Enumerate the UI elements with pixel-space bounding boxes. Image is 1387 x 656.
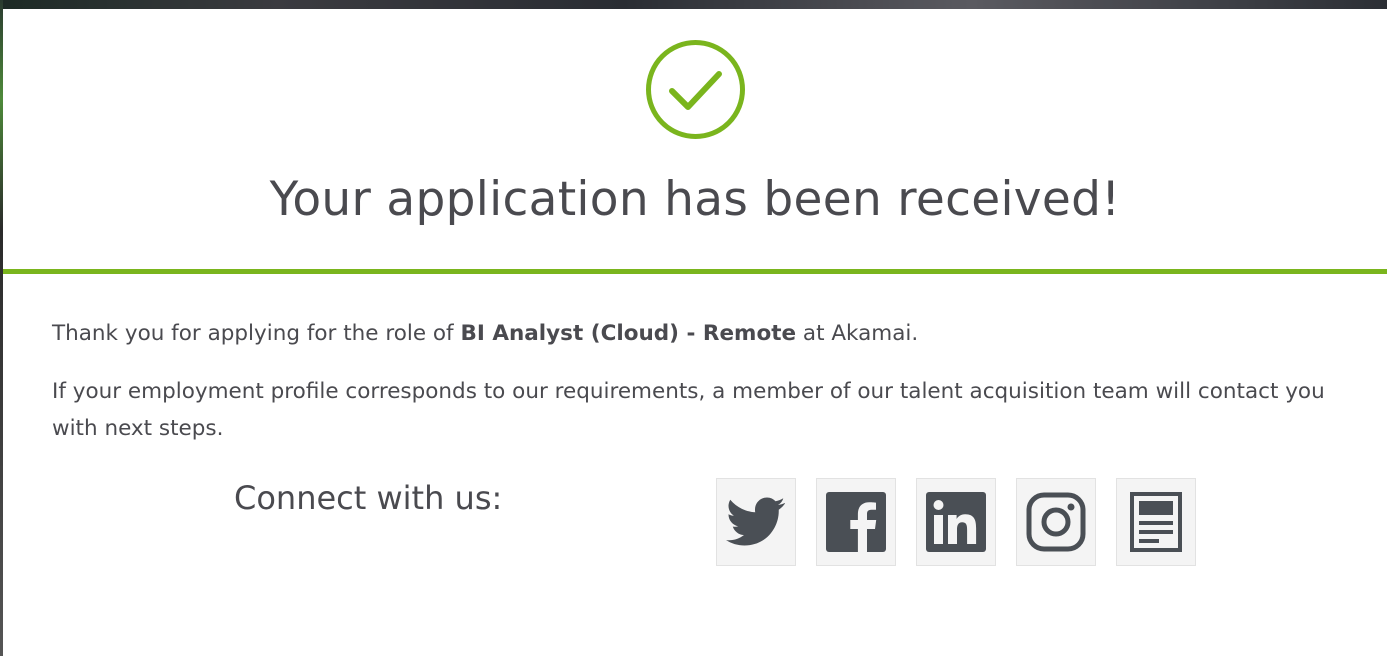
check-circle-icon xyxy=(646,40,745,139)
linkedin-icon xyxy=(926,492,986,552)
thank-you-prefix: Thank you for applying for the role of xyxy=(52,321,461,346)
role-name: BI Analyst (Cloud) - Remote xyxy=(460,321,797,346)
page-title: Your application has been received! xyxy=(269,172,1121,227)
thank-you-message: Thank you for applying for the role of B… xyxy=(52,315,1342,352)
twitter-icon xyxy=(726,497,785,546)
twitter-link[interactable] xyxy=(716,478,796,566)
instagram-icon xyxy=(1026,492,1086,552)
background-strip-top xyxy=(0,0,1387,9)
facebook-icon xyxy=(826,492,886,552)
thank-you-suffix: at Akamai. xyxy=(796,321,919,346)
accent-divider xyxy=(3,269,1387,274)
instagram-link[interactable] xyxy=(1016,478,1096,566)
blog-link[interactable] xyxy=(1116,478,1196,566)
confirmation-card: Your application has been received! Than… xyxy=(3,9,1387,656)
next-steps-message: If your employment profile corresponds t… xyxy=(52,379,1325,441)
blog-icon xyxy=(1130,492,1182,552)
linkedin-link[interactable] xyxy=(916,478,996,566)
social-links xyxy=(716,478,1196,566)
facebook-link[interactable] xyxy=(816,478,896,566)
connect-label: Connect with us: xyxy=(234,479,503,517)
